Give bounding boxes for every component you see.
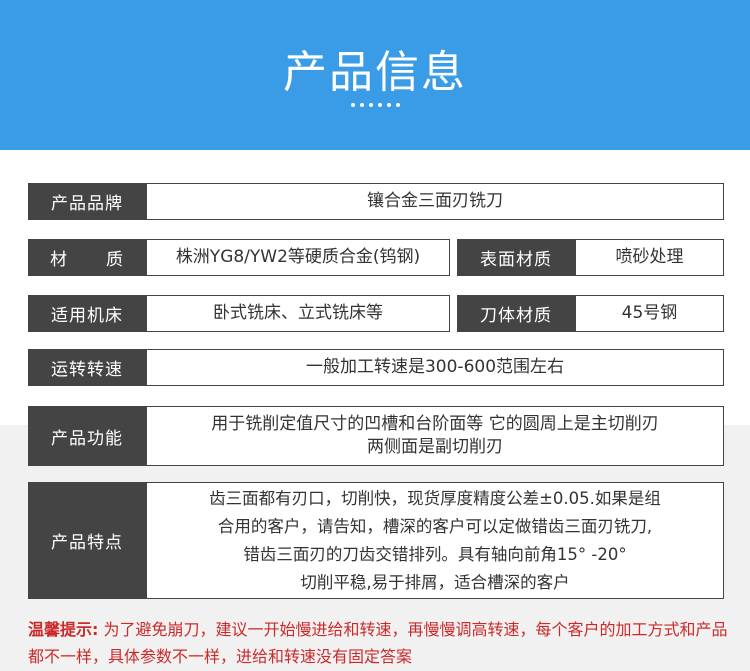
material-label-char-2: 质: [106, 250, 124, 270]
function-line: 用于铣削定值尺寸的凹槽和台阶面等 它的圆周上是主切削刃: [211, 414, 659, 435]
material-label-char-1: 材: [50, 250, 68, 270]
machine-label: 适用机床: [28, 295, 146, 332]
speed-value: 一般加工转速是300-600范围左右: [146, 349, 724, 386]
title-decoration-dots: [0, 103, 750, 107]
function-line: 两侧面是副切削刃: [367, 437, 503, 457]
header-banner: 产品信息: [0, 0, 750, 150]
dot-icon: [350, 103, 355, 107]
features-line: 切削平稳,易于排屑，适合槽深的客户: [300, 572, 570, 592]
dot-icon: [395, 103, 400, 107]
notice-text: 温馨提示: 为了避免崩刀，建议一开始慢进给和转速，再慢慢调高转速，每个客户的加工…: [28, 616, 728, 670]
dot-icon: [377, 103, 382, 107]
function-label: 产品功能: [28, 406, 146, 466]
features-label: 产品特点: [28, 482, 146, 599]
material-label: 材 质: [28, 239, 146, 276]
speed-label: 运转转速: [28, 349, 146, 386]
features-value: 齿三面都有刃口，切削快，现货厚度精度公差±0.05.如果是组 合用的客户，请告知…: [146, 482, 724, 599]
machine-value: 卧式铣床、立式铣床等: [146, 295, 450, 332]
features-line: 错齿三面刃的刀齿交错排列。具有轴向前角15° -20°: [243, 544, 627, 564]
page-title: 产品信息: [283, 47, 467, 98]
notice-body: 为了避免崩刀，建议一开始慢进给和转速，再慢慢调高转速，每个客户的加工方式和产品都…: [28, 620, 728, 666]
body-material-value: 45号钢: [575, 295, 724, 332]
dot-icon: [359, 103, 364, 107]
dot-icon: [368, 103, 373, 107]
surface-label: 表面材质: [457, 239, 575, 276]
brand-value: 镶合金三面刃铣刀: [146, 183, 724, 220]
features-line: 齿三面都有刃口，切削快，现货厚度精度公差±0.05.如果是组: [209, 488, 661, 508]
body-material-label: 刀体材质: [457, 295, 575, 332]
surface-value: 喷砂处理: [575, 239, 724, 276]
brand-label: 产品品牌: [28, 183, 146, 220]
material-value: 株洲YG8/YW2等硬质合金(钨钢): [146, 239, 450, 276]
dot-icon: [386, 103, 391, 107]
function-value: 用于铣削定值尺寸的凹槽和台阶面等 它的圆周上是主切削刃 两侧面是副切削刃: [146, 406, 724, 466]
features-line: 合用的客户，请告知，槽深的客户可以定做错齿三面刃铣刀,: [217, 516, 653, 536]
notice-prefix: 温馨提示:: [28, 620, 99, 639]
